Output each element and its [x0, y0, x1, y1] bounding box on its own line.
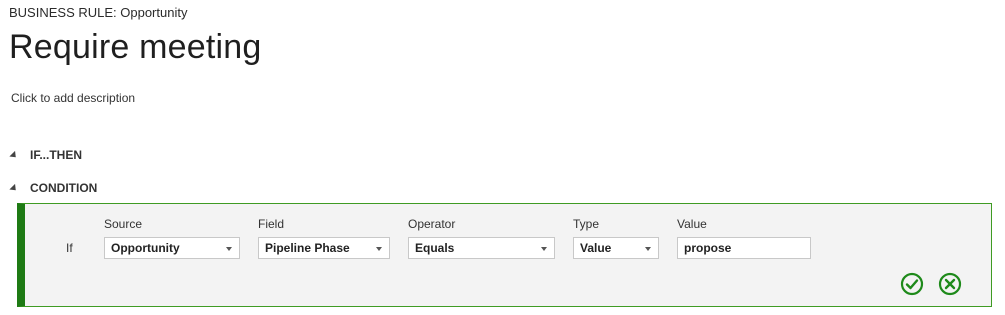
section-condition-label: CONDITION [30, 181, 98, 195]
value-input[interactable]: propose [677, 237, 811, 259]
chevron-down-icon [645, 247, 651, 251]
type-select[interactable]: Value [573, 237, 659, 259]
entity-label: BUSINESS RULE: Opportunity [9, 5, 188, 20]
check-circle-icon[interactable] [900, 272, 924, 296]
collapse-triangle-icon [9, 150, 19, 160]
if-label: If [66, 241, 73, 255]
description-field[interactable]: Click to add description [11, 91, 135, 105]
operator-column-label: Operator [408, 217, 456, 231]
section-if-then-label: IF...THEN [30, 148, 83, 162]
field-select[interactable]: Pipeline Phase [258, 237, 390, 259]
section-condition[interactable]: CONDITION [9, 181, 98, 195]
operator-select-value: Equals [415, 241, 455, 255]
chevron-down-icon [226, 247, 232, 251]
operator-select[interactable]: Equals [408, 237, 555, 259]
value-input-text: propose [684, 241, 732, 255]
source-select-value: Opportunity [111, 241, 180, 255]
source-column-label: Source [104, 217, 143, 231]
value-column-label: Value [677, 217, 707, 231]
rule-title[interactable]: Require meeting [9, 28, 261, 67]
type-select-value: Value [580, 241, 612, 255]
chevron-down-icon [376, 247, 382, 251]
field-select-value: Pipeline Phase [265, 241, 350, 255]
source-select[interactable]: Opportunity [104, 237, 240, 259]
section-if-then[interactable]: IF...THEN [9, 148, 83, 162]
field-column-label: Field [258, 217, 285, 231]
chevron-down-icon [541, 247, 547, 251]
condition-row-panel: If Source Field Operator Type Value Oppo… [17, 203, 992, 307]
collapse-triangle-icon [9, 183, 19, 193]
x-circle-icon[interactable] [938, 272, 962, 296]
business-rule-editor: BUSINESS RULE: Opportunity Require meeti… [0, 0, 1005, 315]
type-column-label: Type [573, 217, 600, 231]
